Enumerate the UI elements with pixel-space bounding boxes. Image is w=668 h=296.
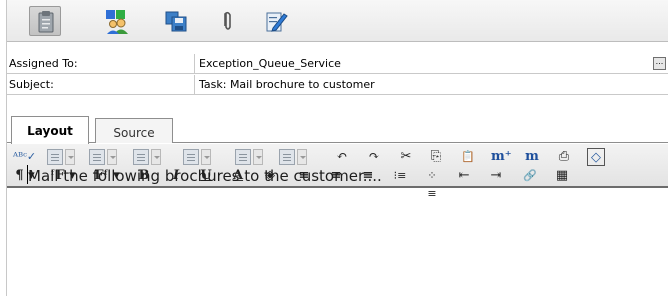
outdent-icon[interactable]: ⇤ — [455, 167, 473, 185]
cut-icon[interactable]: ✂ — [397, 148, 415, 166]
rich-text-editor: Layout Source ᴬᴮᶜ✓ ↶ ↷ ✂ ⎘ 📋 m⁺ m ⎙ ◇ ¶ … — [7, 96, 668, 296]
style-dropdown-5[interactable] — [235, 148, 267, 166]
subject-row: Subject: Task: Mail brochure to customer — [7, 75, 668, 95]
tab-source[interactable]: Source — [95, 118, 173, 143]
save-icon — [165, 11, 187, 32]
numbered-list-icon[interactable]: ⁝≡ — [391, 167, 409, 185]
redo-icon[interactable]: ↷ — [365, 148, 383, 166]
style-dropdown-1[interactable] — [47, 148, 79, 166]
insert-table-icon[interactable]: ▦ — [553, 167, 571, 185]
style-dropdown-6[interactable] — [279, 148, 311, 166]
style-dropdown-2[interactable] — [89, 148, 121, 166]
undo-icon[interactable]: ↶ — [333, 148, 351, 166]
assigned-to-row: Assigned To: Exception_Queue_Service ... — [7, 54, 668, 74]
clipboard-button[interactable] — [29, 6, 61, 36]
html-source-icon[interactable]: ◇ — [587, 148, 605, 166]
assigned-to-value[interactable]: Exception_Queue_Service — [199, 54, 341, 73]
assigned-to-label: Assigned To: — [7, 54, 195, 73]
copy-icon[interactable]: ⎘ — [427, 148, 445, 166]
style-dropdown-3[interactable] — [133, 148, 165, 166]
tab-layout[interactable]: Layout — [11, 116, 89, 144]
task-editor-panel: Assigned To: Exception_Queue_Service ...… — [7, 0, 668, 296]
subject-label: Subject: — [7, 75, 195, 94]
insert-field-icon[interactable]: m⁺ — [491, 148, 512, 166]
bullet-list-icon[interactable]: ⁘≡ — [423, 167, 441, 200]
attachment-button[interactable] — [212, 6, 244, 36]
indent-icon[interactable]: ⇥ — [487, 167, 505, 185]
main-toolbar — [7, 0, 668, 42]
insert-link-icon[interactable]: 🔗 — [521, 167, 539, 185]
subject-field[interactable]: Task: Mail brochure to customer — [199, 75, 375, 94]
assign-users-icon — [106, 10, 128, 34]
editor-tabs: Layout Source — [7, 110, 668, 144]
spellcheck-icon[interactable]: ᴬᴮᶜ✓ — [13, 148, 36, 166]
paste-icon[interactable]: 📋 — [459, 148, 477, 166]
attachment-icon — [224, 11, 231, 30]
editor-body-text[interactable]: Mail the following brochures to the cust… — [28, 167, 382, 185]
field-markup-icon[interactable]: m — [523, 148, 541, 166]
clipboard-icon — [38, 11, 54, 33]
save-button[interactable] — [160, 6, 192, 36]
window-left-edge — [0, 0, 7, 296]
assign-users-button[interactable] — [101, 6, 133, 36]
assigned-to-lookup-button[interactable]: ... — [653, 57, 666, 70]
properties-icon[interactable]: ⎙ — [555, 148, 573, 166]
style-dropdown-4[interactable] — [183, 148, 215, 166]
edit-notes-icon — [266, 12, 288, 32]
edit-notes-button[interactable] — [260, 6, 292, 36]
